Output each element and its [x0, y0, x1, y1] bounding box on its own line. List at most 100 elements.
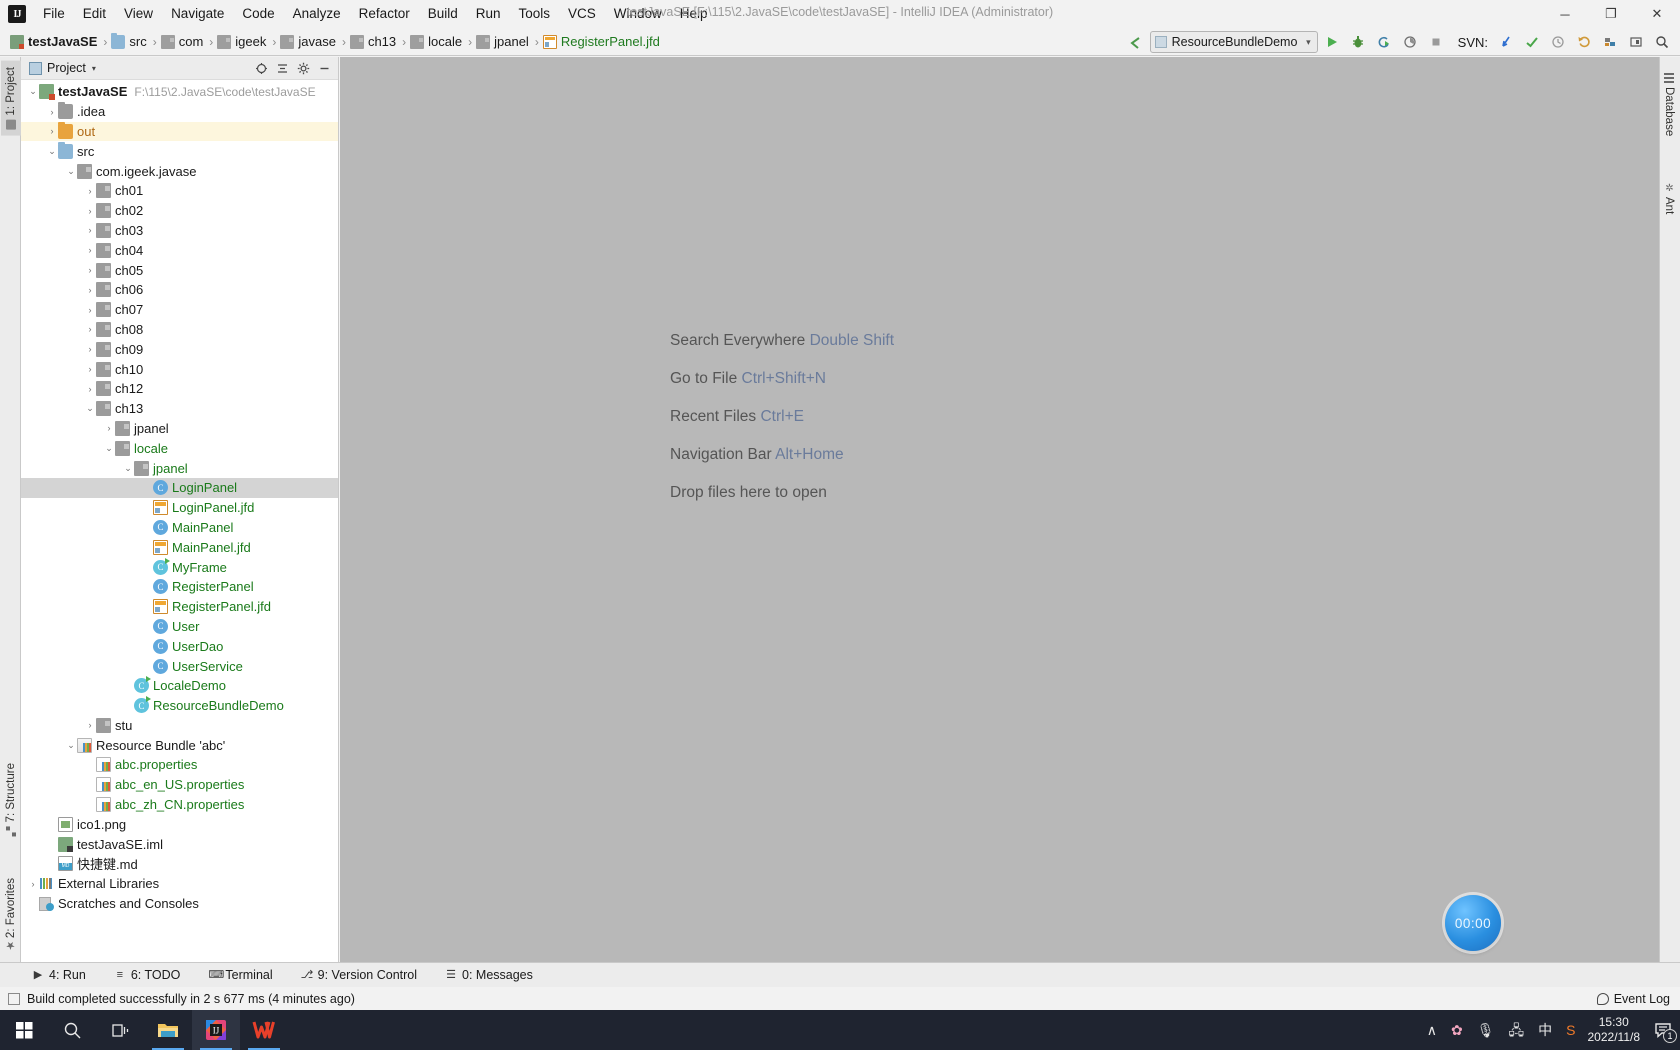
breadcrumb-item-src[interactable]: src	[109, 32, 150, 52]
minimize-button[interactable]: ─	[1542, 0, 1588, 28]
chevron-down-icon[interactable]: ⌄	[65, 740, 77, 751]
sidebar-item-database[interactable]: Database	[1659, 67, 1679, 142]
tree-node-user[interactable]: C User	[21, 617, 338, 637]
cherry-blossom-icon[interactable]: ✿	[1451, 1023, 1463, 1037]
tree-node-external-libraries[interactable]: › External Libraries	[21, 874, 338, 894]
tree-node-ch13[interactable]: ⌄ ch13	[21, 399, 338, 419]
back-arrow-icon[interactable]	[1124, 30, 1148, 54]
chevron-right-icon[interactable]: ›	[103, 423, 115, 433]
tree-node-stu[interactable]: › stu	[21, 716, 338, 736]
menu-item-code[interactable]: Code	[233, 3, 283, 25]
collapse-all-icon[interactable]	[274, 60, 290, 76]
tree-node--idea[interactable]: › .idea	[21, 102, 338, 122]
chevron-right-icon[interactable]: ›	[84, 265, 96, 275]
tree-node-out[interactable]: › out	[21, 121, 338, 142]
breadcrumb-item-javase[interactable]: javase	[278, 32, 340, 52]
intellij-idea-taskbar-button[interactable]: IJ	[192, 1010, 240, 1050]
wps-office-taskbar-button[interactable]	[240, 1010, 288, 1050]
microphone-icon[interactable]: 🎙	[1477, 1023, 1495, 1037]
show-hidden-icons[interactable]: ∧	[1427, 1023, 1437, 1037]
chevron-right-icon[interactable]: ›	[84, 364, 96, 374]
breadcrumb-item-locale[interactable]: locale	[408, 32, 466, 52]
tree-node-loginpanel[interactable]: C LoginPanel	[21, 477, 338, 498]
chevron-down-icon[interactable]: ⌄	[65, 166, 77, 177]
chevron-right-icon[interactable]: ›	[84, 384, 96, 394]
tree-node-abc-properties[interactable]: abc.properties	[21, 755, 338, 775]
taskbar-clock[interactable]: 15:30 2022/11/8	[1582, 1015, 1647, 1045]
menu-item-analyze[interactable]: Analyze	[284, 3, 350, 25]
search-icon[interactable]	[1650, 30, 1674, 54]
search-taskbar-button[interactable]	[48, 1010, 96, 1050]
tree-node-registerpanel[interactable]: C RegisterPanel	[21, 577, 338, 597]
debug-button[interactable]	[1346, 30, 1370, 54]
chevron-right-icon[interactable]: ›	[84, 324, 96, 334]
tree-node-ch06[interactable]: › ch06	[21, 280, 338, 300]
chevron-right-icon[interactable]: ›	[27, 879, 39, 889]
tree-node-ico1-png[interactable]: ico1.png	[21, 814, 338, 834]
chevron-down-icon[interactable]: ⌄	[122, 463, 134, 474]
settings-gear-icon[interactable]	[295, 60, 311, 76]
tree-node-mainpanel-jfd[interactable]: MainPanel.jfd	[21, 537, 338, 557]
tree-node-jpanel[interactable]: ⌄ jpanel	[21, 458, 338, 478]
menu-item-run[interactable]: Run	[467, 3, 510, 25]
tree-node-abc-en-us-properties[interactable]: abc_en_US.properties	[21, 775, 338, 795]
breadcrumb-item-ch13[interactable]: ch13	[348, 32, 400, 52]
tool-window-6--todo[interactable]: ≡ 6: TODO	[110, 966, 185, 984]
profile-button[interactable]	[1398, 30, 1422, 54]
project-tree[interactable]: ⌄ testJavaSE F:\115\2.JavaSE\code\testJava…	[21, 80, 338, 962]
tree-node-userdao[interactable]: C UserDao	[21, 636, 338, 656]
ime-chinese-icon[interactable]: 中	[1538, 1023, 1552, 1037]
tree-node-myframe[interactable]: C MyFrame	[21, 557, 338, 577]
sogou-icon[interactable]: S	[1566, 1023, 1575, 1037]
tree-node-userservice[interactable]: C UserService	[21, 656, 338, 676]
run-button[interactable]	[1320, 30, 1344, 54]
tree-node-ch03[interactable]: › ch03	[21, 221, 338, 241]
breadcrumb-item-testjavase[interactable]: testJavaSE	[8, 32, 101, 52]
hide-panel-icon[interactable]	[316, 60, 332, 76]
tree-node-registerpanel-jfd[interactable]: RegisterPanel.jfd	[21, 597, 338, 617]
tree-node-loginpanel-jfd[interactable]: LoginPanel.jfd	[21, 498, 338, 518]
sidebar-item-structure[interactable]: 7: Structure	[1, 757, 21, 842]
menu-item-build[interactable]: Build	[419, 3, 467, 25]
chevron-right-icon[interactable]: ›	[84, 186, 96, 196]
menu-item-help[interactable]: Help	[671, 3, 717, 25]
menu-item-refactor[interactable]: Refactor	[350, 3, 419, 25]
tree-node-ch02[interactable]: › ch02	[21, 201, 338, 221]
tree-node-ch01[interactable]: › ch01	[21, 181, 338, 201]
notification-center-button[interactable]: 1	[1646, 1010, 1680, 1050]
editor-empty-area[interactable]: Search Everywhere Double Shift Go to File…	[340, 57, 1659, 962]
close-button[interactable]: ✕	[1634, 0, 1680, 28]
chevron-right-icon[interactable]: ›	[84, 720, 96, 730]
menu-item-window[interactable]: Window	[605, 3, 671, 25]
event-log-button[interactable]: Event Log	[1596, 992, 1680, 1006]
tree-node-scratches-and-consoles[interactable]: Scratches and Consoles	[21, 894, 338, 914]
maximize-button[interactable]: ❐	[1588, 0, 1634, 28]
chevron-right-icon[interactable]: ›	[46, 126, 58, 136]
tool-window-terminal[interactable]: ⌨ Terminal	[204, 966, 276, 984]
network-icon[interactable]: 🖧	[1509, 1023, 1525, 1037]
project-structure-button[interactable]	[1598, 30, 1622, 54]
chevron-right-icon[interactable]: ›	[84, 344, 96, 354]
run-with-coverage-button[interactable]	[1372, 30, 1396, 54]
chevron-right-icon[interactable]: ›	[84, 285, 96, 295]
menu-item-view[interactable]: View	[115, 3, 162, 25]
menu-item-tools[interactable]: Tools	[510, 3, 560, 25]
tree-node-ch07[interactable]: › ch07	[21, 300, 338, 320]
tree-node-resource-bundle--abc-[interactable]: ⌄ Resource Bundle 'abc'	[21, 735, 338, 755]
start-button[interactable]	[0, 1010, 48, 1050]
tree-node-testjavase-iml[interactable]: testJavaSE.iml	[21, 834, 338, 854]
svn-update-button[interactable]	[1494, 30, 1518, 54]
tree-node-jpanel[interactable]: › jpanel	[21, 419, 338, 439]
chevron-down-icon[interactable]: ▾	[92, 64, 96, 73]
sidebar-item-ant[interactable]: ✲ Ant	[1659, 177, 1679, 220]
chevron-down-icon[interactable]: ⌄	[27, 86, 39, 97]
breadcrumb-item-com[interactable]: com	[159, 32, 208, 52]
sidebar-item-project[interactable]: 1: Project	[1, 61, 21, 136]
breadcrumb-item-igeek[interactable]: igeek	[215, 32, 270, 52]
file-explorer-button[interactable]	[144, 1010, 192, 1050]
tree-node-testjavase[interactable]: ⌄ testJavaSE F:\115\2.JavaSE\code\testJava…	[21, 82, 338, 102]
chevron-down-icon[interactable]: ⌄	[46, 146, 58, 157]
tree-node-src[interactable]: ⌄ src	[21, 141, 338, 161]
svn-commit-button[interactable]	[1520, 30, 1544, 54]
menu-item-file[interactable]: File	[34, 3, 74, 25]
